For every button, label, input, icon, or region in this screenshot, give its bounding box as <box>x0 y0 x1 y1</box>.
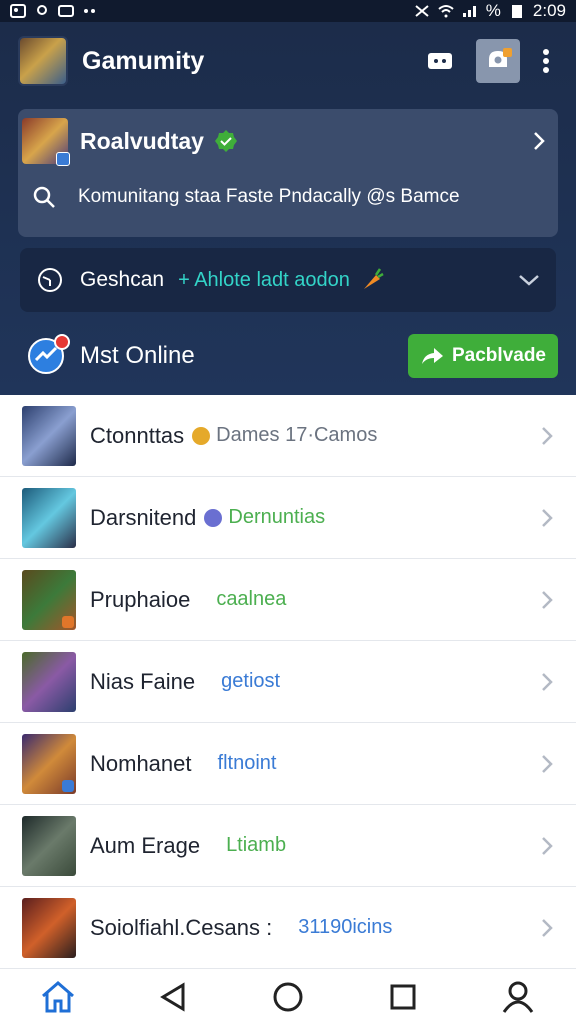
battery-icon <box>511 5 522 18</box>
camera-badge-icon <box>489 48 512 67</box>
list-item-name: Nias Faine <box>90 668 196 694</box>
game-thumbnail <box>22 897 76 958</box>
carrot-icon <box>363 268 384 289</box>
game-thumbnail <box>22 487 76 548</box>
featured-header: Roalvudtay <box>22 115 546 167</box>
list-item-subtitle: Ltiamb <box>226 834 287 856</box>
more-dots-icon <box>84 9 95 13</box>
online-action-button[interactable]: Pacblvade <box>408 334 558 378</box>
chevron-right-icon <box>542 918 553 937</box>
wifi-icon <box>438 5 454 18</box>
photo-icon <box>58 5 74 17</box>
featured-search[interactable]: Komunitang staa Faste Pndacally @s Bamce <box>32 171 546 223</box>
list-item-subtitle: Dames 17·Camos <box>216 424 378 446</box>
game-thumbnail <box>22 405 76 466</box>
camera-badge-button[interactable] <box>476 39 520 83</box>
online-section-header: Mst Online Pacblvade <box>28 332 558 380</box>
chevron-right-icon <box>542 672 553 691</box>
list-item-name: Soiolfiahl.Cesans : <box>90 914 273 940</box>
list-item[interactable]: Ctonnttas Dames 17·Camos <box>0 395 576 477</box>
chevron-right-icon <box>542 836 553 855</box>
community-header: Gamumity Roalvudtay Komunitang staa Fast… <box>0 22 576 395</box>
profile-icon <box>503 981 534 1013</box>
chevron-right-icon <box>542 426 553 445</box>
online-button-label: Pacblvade <box>452 345 546 366</box>
online-icon-wrap <box>28 334 70 374</box>
clock-compass-icon <box>38 268 62 292</box>
game-thumbnail <box>22 815 76 876</box>
search-icon <box>33 186 55 208</box>
mute-icon <box>415 5 429 17</box>
list-item-name: Pruphaioe <box>90 586 191 612</box>
list-item[interactable]: Aum Erage Ltiamb <box>0 805 576 887</box>
list-item-name: Nomhanet <box>90 750 192 776</box>
featured-community-card[interactable]: Roalvudtay Komunitang staa Faste Pndacal… <box>18 109 558 237</box>
home-icon <box>41 980 74 1012</box>
clock: 2:09 <box>532 1 566 20</box>
app-bar: Gamumity <box>18 34 558 88</box>
online-title: Mst Online <box>80 342 195 369</box>
nav-back-button[interactable] <box>149 973 197 1021</box>
nav-home-circle-button[interactable] <box>264 973 312 1021</box>
community-list: Ctonnttas Dames 17·Camos Darsnitend Dernunt… <box>0 395 576 969</box>
recents-icon <box>390 984 416 1009</box>
app-logo[interactable] <box>18 36 68 86</box>
status-dot-icon <box>204 508 223 527</box>
featured-description: Komunitang staa Faste Pndacally @s Bamce <box>78 186 460 207</box>
verified-icon <box>214 130 237 152</box>
signal-icon <box>462 6 476 17</box>
list-item[interactable]: Soiolfiahl.Cesans : 31190icins <box>0 887 576 969</box>
nav-profile-button[interactable] <box>494 973 542 1021</box>
status-bar: % 2:09 <box>0 0 576 22</box>
featured-thumbnail <box>22 118 70 166</box>
list-item-subtitle: 31190icins <box>298 916 393 938</box>
game-thumbnail <box>22 569 76 630</box>
gallery-icon <box>10 4 26 18</box>
featured-title: Roalvudtay <box>80 127 204 154</box>
more-button[interactable] <box>534 39 558 83</box>
nav-recents-button[interactable] <box>379 973 427 1021</box>
filter-add-link[interactable]: + Ahlote ladt aodon <box>178 269 350 292</box>
thumbnail-badge <box>62 615 74 628</box>
status-dot-icon <box>192 426 211 445</box>
list-item-subtitle: caalnea <box>216 588 287 610</box>
notification-badge <box>54 334 70 350</box>
list-item[interactable]: Pruphaioe caalnea <box>0 559 576 641</box>
list-item-subtitle: getiost <box>221 670 281 692</box>
chevron-right-icon <box>542 754 553 773</box>
list-item-subtitle: Dernuntias <box>228 506 326 528</box>
bottom-nav <box>0 968 576 1024</box>
home-circle-icon <box>273 982 303 1011</box>
nav-home-button[interactable] <box>34 973 82 1021</box>
filter-bar[interactable]: Geshcan + Ahlote ladt aodon <box>20 248 556 312</box>
game-thumbnail <box>22 733 76 794</box>
message-icon <box>428 53 452 69</box>
chevron-right-icon[interactable] <box>532 130 546 152</box>
list-item[interactable]: Darsnitend Dernuntias <box>0 477 576 559</box>
battery-text: % <box>485 1 501 20</box>
message-button[interactable] <box>418 39 462 83</box>
list-item-name: Aum Erage <box>90 832 201 858</box>
list-item-name: Ctonnttas <box>90 422 185 448</box>
chevron-down-icon[interactable] <box>518 273 540 287</box>
chevron-right-icon <box>542 508 553 527</box>
list-item[interactable]: Nias Faine getiost <box>0 641 576 723</box>
chevron-right-icon <box>542 590 553 609</box>
list-item-name: Darsnitend <box>90 504 197 530</box>
share-arrow-icon <box>422 348 443 364</box>
list-item[interactable]: Nomhanet fltnoint <box>0 723 576 805</box>
platform-badge <box>56 152 70 166</box>
filter-label: Geshcan <box>80 268 165 291</box>
game-thumbnail <box>22 651 76 712</box>
thumbnail-badge <box>62 779 74 792</box>
more-vert-icon <box>543 49 549 73</box>
app-title: Gamumity <box>82 46 205 75</box>
list-item-subtitle: fltnoint <box>217 752 277 774</box>
back-icon <box>159 981 185 1012</box>
location-icon <box>37 5 47 15</box>
